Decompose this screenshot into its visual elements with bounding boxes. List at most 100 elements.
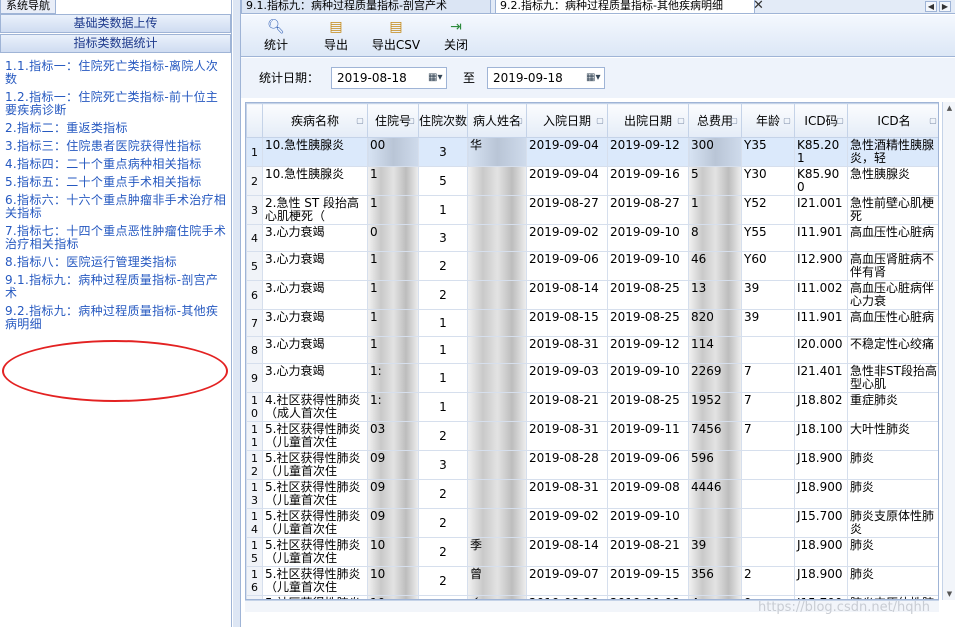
column-header[interactable]: 疾病名称 ▢ <box>262 103 368 138</box>
sort-icon[interactable]: ▢ <box>407 117 415 125</box>
table-cell <box>741 508 795 538</box>
table-row[interactable]: 13 5.社区获得性肺炎（儿童首次住 09 2 2019-08-31 2019-09-08… <box>246 479 938 509</box>
sort-icon[interactable]: ▢ <box>783 117 791 125</box>
table-row[interactable]: 16 5.社区获得性肺炎（儿童首次住 10 2 曾 2019-09-07 2019-09-1… <box>246 566 938 596</box>
table-cell: 3.心力衰竭 <box>262 280 368 310</box>
header-label: 总费用 <box>696 113 733 128</box>
sort-icon[interactable]: ▢ <box>356 117 364 125</box>
table-row[interactable]: 5 3.心力衰竭 1 2 2019-09-06 2019-09-10 46 Y60 I12.90… <box>246 251 938 281</box>
table-row[interactable]: 6 3.心力衰竭 1 2 2019-08-14 2019-08-25 13 39 I11.002… <box>246 280 938 310</box>
table-cell: 1 <box>418 363 468 393</box>
end-date-input[interactable]: 2019-09-18 ▦▾ <box>487 67 605 89</box>
table-cell: 03 <box>367 421 419 451</box>
table-row[interactable]: 11 5.社区获得性肺炎（儿童首次住 03 2 2019-08-31 2019-09-11… <box>246 421 938 451</box>
table-cell: J15.700 <box>794 508 848 538</box>
sort-icon[interactable]: ▢ <box>677 117 685 125</box>
table-row[interactable]: 4 3.心力衰竭 0 3 2019-09-02 2019-09-10 8 Y55 I11.901… <box>246 224 938 252</box>
vertical-scrollbar[interactable]: ▲ ▼ <box>942 102 955 600</box>
table-cell: 2019-09-10 <box>607 508 689 538</box>
header-label: 住院号 <box>374 113 411 128</box>
row-number-cell: 10 <box>246 392 263 422</box>
table-cell: 2019-09-10 <box>607 363 689 393</box>
table-cell: 2019-09-10 <box>607 224 689 252</box>
tab-other-disease-detail[interactable]: 9.2.指标九：病种过程质量指标-其他疾病明细 <box>495 0 755 14</box>
indicator-stats-section[interactable]: 指标类数据统计 <box>0 34 231 53</box>
table-cell: 10.急性胰腺炎 <box>262 166 368 196</box>
column-header[interactable]: 病人姓名 ▢ <box>467 103 527 138</box>
nav-item-1-2[interactable]: 1.2.指标一：住院死亡类指标-前十位主要疾病诊断 <box>5 91 227 117</box>
sort-icon[interactable]: ▢ <box>929 117 937 125</box>
table-cell: 1: <box>367 363 419 393</box>
row-number-cell: 14 <box>246 508 263 538</box>
table-row[interactable]: 3 2.急性 ST 段抬高心肌梗死（ 1 1 2019-08-27 2019-08-27 1… <box>246 195 938 225</box>
table-row[interactable]: 15 5.社区获得性肺炎（儿童首次住 10 2 季 2019-08-14 2019-08-2… <box>246 537 938 567</box>
table-cell: Y30 <box>741 166 795 196</box>
column-header[interactable]: 住院号 ▢ <box>367 103 419 138</box>
close-button[interactable]: ⇥ 关闭 <box>441 18 471 56</box>
table-cell: 2019-09-06 <box>526 251 608 281</box>
scroll-down-icon[interactable]: ▼ <box>943 588 955 600</box>
sort-icon[interactable]: ▢ <box>596 117 604 125</box>
column-header[interactable]: ICD名 ▢ <box>847 103 938 138</box>
red-highlight-ellipse <box>2 340 228 402</box>
table-cell: K85.201 <box>794 137 848 167</box>
table-cell: 1952 <box>688 392 742 422</box>
stats-button[interactable]: 🔍︎ 统计 <box>261 18 291 56</box>
nav-item-1-1[interactable]: 1.1.指标一：住院死亡类指标-离院人次数 <box>5 60 227 86</box>
tab-scroll-left-icon[interactable]: ◀ <box>925 1 937 12</box>
column-header[interactable]: ICD码 ▢ <box>794 103 848 138</box>
scroll-up-icon[interactable]: ▲ <box>943 102 955 114</box>
nav-item-6[interactable]: 6.指标六：十六个重点肿瘤非手术治疗相关指标 <box>5 194 227 220</box>
tab-bar: 9.1.指标九：病种过程质量指标-剖宫产术 9.2.指标九：病种过程质量指标-其… <box>241 0 955 14</box>
toolbar: 🔍︎ 统计 ▤ 导出 ▤ 导出CSV ⇥ 关闭 <box>241 15 955 57</box>
column-header[interactable]: 入院日期 ▢ <box>526 103 608 138</box>
nav-item-4[interactable]: 4.指标四：二十个重点病种相关指标 <box>5 158 227 171</box>
table-cell: 1 <box>418 309 468 337</box>
nav-item-9-2[interactable]: 9.2.指标九：病种过程质量指标-其他疾病明细 <box>5 305 227 331</box>
sort-icon[interactable]: ▢ <box>836 117 844 125</box>
table-cell: I12.900 <box>794 251 848 281</box>
nav-item-9-1[interactable]: 9.1.指标九：病种过程质量指标-剖宫产术 <box>5 274 227 300</box>
calendar-dropdown-icon[interactable]: ▦▾ <box>586 71 602 85</box>
table-cell: 2019-08-27 <box>607 195 689 225</box>
table-row[interactable]: 8 3.心力衰竭 1 1 2019-08-31 2019-09-12 114 I20.000 不… <box>246 336 938 364</box>
system-nav-tab[interactable]: 系统导航 <box>0 0 56 14</box>
table-row[interactable]: 2 10.急性胰腺炎 1 5 2019-09-04 2019-09-16 5 Y30 K85.9… <box>246 166 938 196</box>
tab-close-icon[interactable]: ✕ <box>753 0 764 13</box>
table-cell: J18.900 <box>794 450 848 480</box>
table-row[interactable]: 10 4.社区获得性肺炎（成人首次住 1: 1 2019-08-21 2019-08-25… <box>246 392 938 422</box>
nav-item-3[interactable]: 3.指标三：住院患者医院获得性指标 <box>5 140 227 153</box>
nav-item-2[interactable]: 2.指标二：重返类指标 <box>5 122 227 135</box>
basic-data-upload-section[interactable]: 基础类数据上传 <box>0 14 231 33</box>
calendar-dropdown-icon[interactable]: ▦▾ <box>428 71 444 85</box>
table-row[interactable]: 1 10.急性胰腺炎 00 3 华 2019-09-04 2019-09-12 300 Y35 K… <box>246 137 938 167</box>
sort-icon[interactable]: ▢ <box>515 117 523 125</box>
column-header[interactable]: 住院次数 ▢ <box>418 103 468 138</box>
export-button[interactable]: ▤ 导出 <box>321 18 351 56</box>
tab-cesarean[interactable]: 9.1.指标九：病种过程质量指标-剖宫产术 <box>241 0 491 14</box>
table-row[interactable]: 14 5.社区获得性肺炎（儿童首次住 09 2 2019-09-02 2019-09-10… <box>246 508 938 538</box>
sort-icon[interactable]: ▢ <box>456 117 464 125</box>
table-cell: 3 <box>418 137 468 167</box>
nav-item-5[interactable]: 5.指标五：二十个重点手术相关指标 <box>5 176 227 189</box>
column-header[interactable]: 总费用 ▢ <box>688 103 742 138</box>
table-row[interactable]: 7 3.心力衰竭 1 1 2019-08-15 2019-08-25 820 39 I11.90… <box>246 309 938 337</box>
column-header[interactable]: 年龄 ▢ <box>741 103 795 138</box>
table-cell <box>688 508 742 538</box>
nav-item-8[interactable]: 8.指标八：医院运行管理类指标 <box>5 256 227 269</box>
panel-splitter[interactable] <box>233 0 241 627</box>
export-csv-button[interactable]: ▤ 导出CSV <box>371 18 421 56</box>
start-date-input[interactable]: 2019-08-18 ▦▾ <box>331 67 447 89</box>
nav-item-7[interactable]: 7.指标七：十四个重点恶性肿瘤住院手术治疗相关指标 <box>5 225 227 251</box>
table-cell: 09 <box>367 479 419 509</box>
table-row[interactable]: 9 3.心力衰竭 1: 1 2019-09-03 2019-09-10 2269 7 I21.4… <box>246 363 938 393</box>
table-cell: 肺炎 <box>847 450 938 480</box>
table-cell: 2019-08-31 <box>526 336 608 364</box>
table-cell: 1 <box>367 336 419 364</box>
sort-icon[interactable]: ▢ <box>730 117 738 125</box>
column-header[interactable]: 出院日期 ▢ <box>607 103 689 138</box>
grid-body: 1 10.急性胰腺炎 00 3 华 2019-09-04 2019-09-12 300 Y35 K… <box>246 137 938 599</box>
table-cell <box>467 251 527 281</box>
table-row[interactable]: 12 5.社区获得性肺炎（儿童首次住 09 3 2019-08-28 2019-09-06… <box>246 450 938 480</box>
tab-scroll-right-icon[interactable]: ▶ <box>939 1 951 12</box>
